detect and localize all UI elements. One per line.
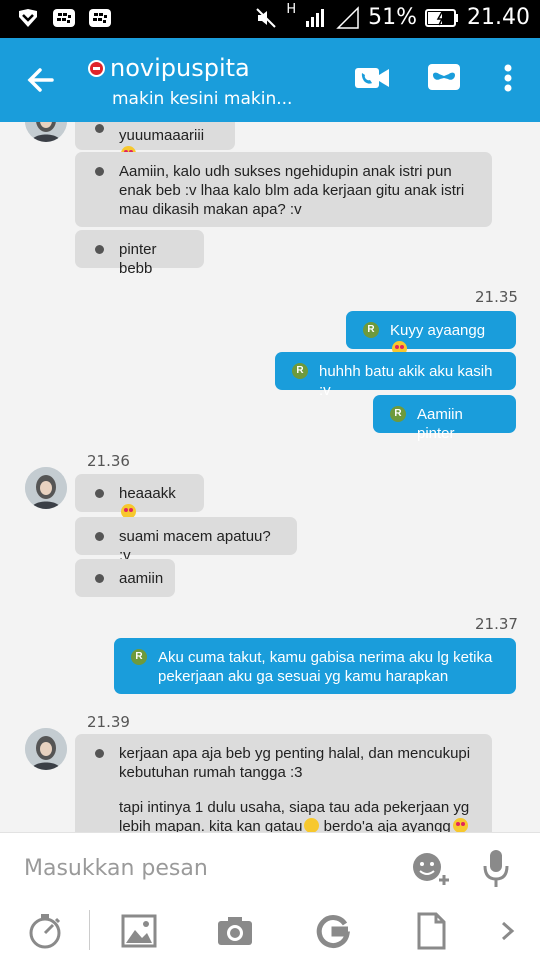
message-text: heaaakk [119, 485, 176, 502]
outgoing-message[interactable]: Rhuhhh batu akik aku kasih :v [275, 352, 516, 399]
message-text: Kuyy ayaangg [390, 322, 486, 339]
mask-icon[interactable] [424, 58, 464, 98]
avatar[interactable] [25, 728, 67, 770]
contact-status: makin kesini makin... [112, 89, 293, 109]
message-text: pinter bebb [119, 241, 157, 277]
signal-empty-icon [336, 5, 359, 29]
bbm-icon-2 [89, 9, 111, 27]
status-bar: H 51% 21.40 [0, 0, 540, 38]
avatar[interactable] [25, 122, 67, 142]
bbm-icon [53, 9, 75, 27]
shield-down-icon [19, 9, 37, 27]
compose-bar [0, 832, 540, 902]
battery-icon [425, 8, 459, 27]
outgoing-message[interactable]: R Kuyy ayaangg [346, 311, 516, 356]
chevron-right-icon[interactable] [494, 912, 522, 950]
heart-emoji-icon [452, 818, 468, 832]
timestamp: 21.39 [87, 713, 130, 731]
battery-percent: 51% [368, 5, 418, 30]
more-vert-icon[interactable] [488, 58, 528, 98]
incoming-message[interactable]: heaaakk [75, 474, 204, 519]
timestamp: 21.37 [475, 615, 518, 633]
incoming-message[interactable]: suami macem apatuu? :v [75, 517, 297, 564]
video-call-icon[interactable] [352, 58, 392, 98]
incoming-message[interactable]: aamiin [75, 559, 175, 597]
file-icon[interactable] [412, 912, 450, 950]
timestamp: 21.36 [87, 452, 130, 470]
attachment-toolbar [0, 902, 540, 960]
contact-name[interactable]: novipuspita [110, 54, 250, 82]
read-receipt-icon: R [390, 406, 406, 422]
outgoing-message[interactable]: R Aku cuma takut, kamu gabisa nerima aku … [114, 638, 516, 694]
blush-emoji-icon [304, 818, 320, 832]
message-text: Aku cuma takut, kamu gabisa nerima aku l… [158, 649, 493, 685]
incoming-message[interactable]: kerjaan apa aja beb yg penting halal, da… [75, 734, 492, 832]
signal-icon [306, 8, 325, 27]
back-arrow-icon[interactable] [24, 60, 60, 100]
toolbar-divider [89, 910, 90, 950]
message-text: yuuumaaariii [119, 127, 205, 144]
notification-icons [16, 7, 112, 31]
timestamp: 21.35 [475, 288, 518, 306]
clock: 21.40 [467, 5, 530, 30]
camera-icon[interactable] [216, 912, 254, 950]
read-receipt-icon: R [292, 363, 308, 379]
outgoing-message[interactable]: R Aamiin pinter [373, 395, 516, 442]
message-text: tapi intinya 1 dulu usaha, siapa tau ada… [119, 799, 470, 832]
message-text: aamiin [119, 570, 164, 587]
incoming-message[interactable]: pinter bebb [75, 230, 204, 277]
message-text: kerjaan apa aja beb yg penting halal, da… [119, 745, 471, 781]
emoji-add-icon[interactable] [410, 849, 452, 889]
read-receipt-icon: R [131, 649, 147, 665]
chat-header: novipuspita makin kesini makin... [0, 38, 540, 122]
read-receipt-icon: R [363, 322, 379, 338]
incoming-message[interactable]: yuuumaaariii [75, 122, 235, 161]
message-text: Aamiin pinter [417, 406, 463, 442]
image-icon[interactable] [120, 912, 158, 950]
refresh-g-icon[interactable] [314, 912, 352, 950]
message-text: huhhh batu akik aku kasih :v [319, 363, 493, 399]
microphone-icon[interactable] [480, 847, 512, 889]
message-input[interactable] [24, 853, 384, 883]
network-type: H [286, 2, 297, 17]
stopwatch-icon[interactable] [26, 912, 64, 950]
message-list[interactable]: yuuumaaariii Aamiin, kalo udh sukses nge… [0, 122, 540, 832]
busy-status-icon [88, 60, 105, 77]
incoming-message[interactable]: Aamiin, kalo udh sukses ngehidupin anak … [75, 152, 492, 227]
mute-icon [256, 7, 277, 28]
message-text: Aamiin, kalo udh sukses ngehidupin anak … [119, 163, 465, 218]
avatar[interactable] [25, 467, 67, 509]
